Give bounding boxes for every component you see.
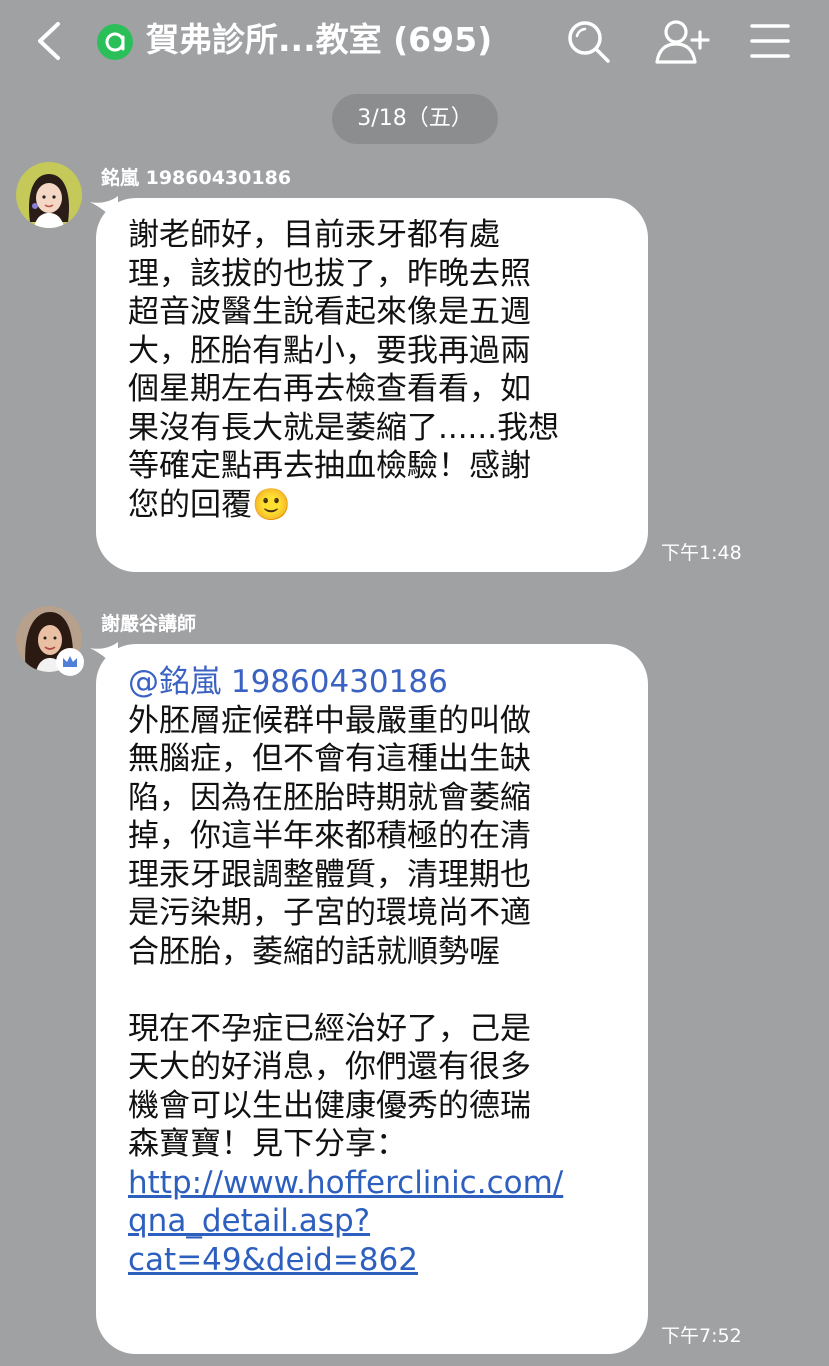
message-time: 下午1:48: [661, 542, 742, 564]
message-line: 謝老師好，目前汞牙都有處: [128, 217, 500, 253]
group-badge-icon: [97, 24, 133, 60]
message-line: 理汞牙跟調整體質，清理期也: [128, 856, 531, 893]
message-line: 天大的好消息，你們還有很多: [128, 1049, 531, 1085]
message-text: 您的回覆: [128, 486, 252, 523]
message-line: 大，胚胎有點小，要我再過兩: [128, 332, 531, 369]
date-divider: 3/18（五）: [332, 94, 498, 144]
message-line: 陷，因為在胚胎時期就會萎縮: [128, 779, 531, 816]
paragraph-break: [128, 971, 628, 1010]
message-line: 超音波醫生說看起來像是五週: [128, 294, 531, 330]
url-link[interactable]: http://www.hofferclinic.com/: [128, 1164, 628, 1203]
message-line: 現在不孕症已經治好了，己是: [128, 1010, 531, 1047]
chat-header: 賀弗診所...教室 (695): [0, 0, 829, 82]
message-line: 無腦症，但不會有這種出生缺: [128, 741, 531, 777]
message-time: 下午7:52: [661, 1325, 742, 1347]
message-line: 外胚層症候群中最嚴重的叫做: [128, 702, 531, 739]
search-icon[interactable]: [563, 16, 613, 66]
message-line: 掉，你這半年來都積極的在清: [128, 818, 531, 854]
message-line: 果沒有長大就是萎縮了......我想: [128, 409, 560, 446]
add-friend-icon[interactable]: [652, 16, 710, 66]
message-line: 您的回覆🙂: [128, 486, 628, 525]
message-line: 理，該拔的也拔了，昨晚去照: [128, 255, 531, 292]
message-line: 森寶寶！見下分享：: [128, 1126, 407, 1162]
back-icon[interactable]: [30, 18, 70, 64]
message-line: 是污染期，子宮的環境尚不適: [128, 895, 531, 931]
message-line: 個星期左右再去檢查看看，如: [128, 371, 531, 407]
url-link[interactable]: cat=49&deid=862: [128, 1241, 628, 1280]
menu-icon[interactable]: [746, 16, 796, 66]
message-line: 合胚胎，萎縮的話就順勢喔: [128, 933, 500, 970]
url-link[interactable]: qna_detail.asp?: [128, 1202, 628, 1241]
chat-title[interactable]: 賀弗診所...教室 (695): [146, 16, 492, 64]
smile-emoji-icon: 🙂: [252, 486, 291, 523]
sender-name: 銘嵐 19860430186: [101, 167, 292, 189]
mention-link[interactable]: @銘嵐 19860430186: [128, 663, 628, 702]
message-bubble[interactable]: 謝老師好，目前汞牙都有處 理，該拔的也拔了，昨晚去照 超音波醫生說看起來像是五週…: [96, 198, 648, 572]
message-line: 機會可以生出健康優秀的德瑞: [128, 1087, 531, 1124]
message-bubble[interactable]: @銘嵐 19860430186 外胚層症候群中最嚴重的叫做 無腦症，但不會有這種…: [96, 644, 648, 1354]
sender-name: 謝嚴谷講師: [101, 613, 197, 635]
crown-badge-icon: [56, 648, 84, 676]
avatar[interactable]: [16, 162, 82, 228]
message-line: 等確定點再去抽血檢驗！感謝: [128, 448, 531, 484]
